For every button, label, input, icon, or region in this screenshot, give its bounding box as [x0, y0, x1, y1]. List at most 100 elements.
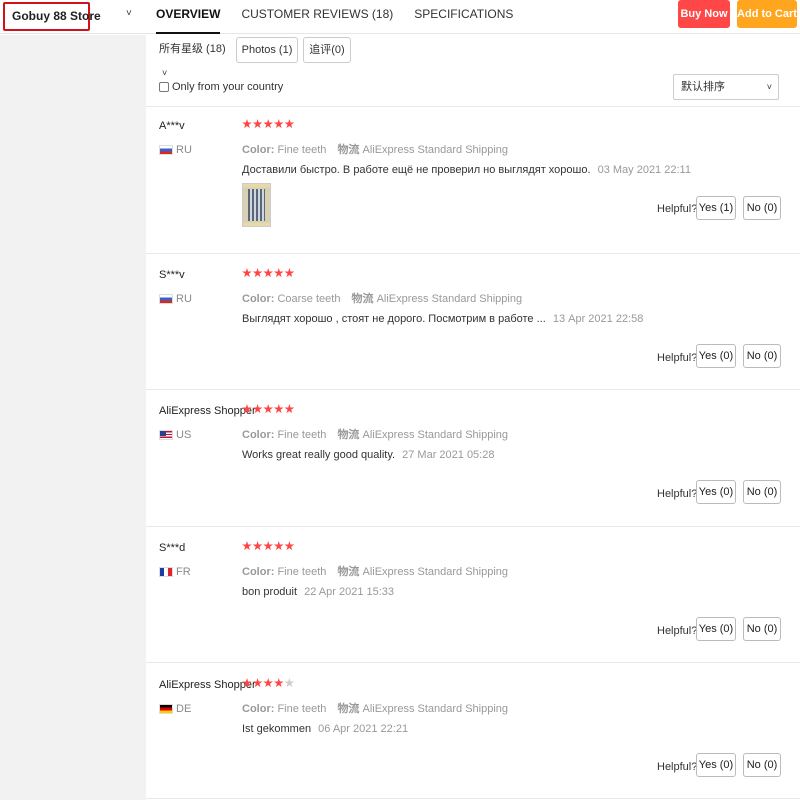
france-flag-icon: [159, 567, 173, 577]
helpful-yes-button[interactable]: Yes (0): [696, 617, 736, 641]
review-meta: Color: Fine teeth 物流 AliExpress Standard…: [242, 141, 508, 157]
helpful-no-button[interactable]: No (0): [743, 196, 781, 220]
reviewer-country: RU: [159, 144, 192, 156]
buy-now-button[interactable]: Buy Now: [678, 0, 730, 28]
review-date: 06 Apr 2021 22:21: [318, 723, 409, 735]
only-country-checkbox[interactable]: [159, 82, 169, 92]
russia-flag-icon: [159, 145, 173, 155]
review-text: Доставили быстро. В работе ещё не провер…: [242, 164, 691, 176]
shipping-label: 物流: [337, 144, 360, 156]
review-text: Works great really good quality. 27 Mar …: [242, 449, 494, 461]
only-country-label: Only from your country: [172, 81, 284, 93]
star-icon: [284, 541, 295, 551]
review-date: 22 Apr 2021 15:33: [304, 586, 395, 598]
star-icon: [284, 268, 295, 278]
country-code: RU: [176, 144, 192, 156]
star-icon: [252, 268, 263, 278]
star-rating: [242, 678, 295, 691]
tab-customer-reviews[interactable]: CUSTOMER REVIEWS (18): [241, 0, 393, 34]
shipping-label: 物流: [337, 566, 360, 578]
photos-filter-button[interactable]: Photos (1): [236, 37, 298, 63]
review-text: Выглядят хорошо , стоят не дорого. Посмо…: [242, 313, 643, 325]
star-icon: [242, 268, 252, 278]
helpful-no-button[interactable]: No (0): [743, 344, 781, 368]
helpful-label: Helpful?: [657, 488, 698, 500]
star-icon: [263, 119, 273, 129]
star-icon: [273, 678, 284, 688]
review-date: 27 Mar 2021 05:28: [402, 449, 495, 461]
star-rating: [242, 541, 295, 554]
country-code: DE: [176, 703, 192, 715]
tab-specifications[interactable]: SPECIFICATIONS: [414, 0, 513, 34]
star-icon: [263, 404, 273, 414]
appended-reviews-filter-button[interactable]: 追评(0): [303, 37, 351, 63]
helpful-yes-button[interactable]: Yes (0): [696, 344, 736, 368]
review-date: 03 May 2021 22:11: [597, 164, 691, 176]
color-label: Color:: [242, 293, 275, 305]
reviewer-country: RU: [159, 293, 192, 305]
star-icon: [273, 404, 284, 414]
shipping-value: AliExpress Standard Shipping: [362, 566, 509, 578]
star-icon: [242, 678, 252, 688]
shipping-value: AliExpress Standard Shipping: [362, 144, 509, 156]
star-icon: [242, 404, 252, 414]
shipping-label: 物流: [337, 429, 360, 441]
star-rating: [242, 119, 295, 132]
shipping-value: AliExpress Standard Shipping: [376, 293, 523, 305]
reviewer-name: S***v: [159, 269, 185, 281]
store-name[interactable]: Gobuy 88 Store: [3, 2, 101, 31]
star-rating: [242, 404, 295, 417]
helpful-no-button[interactable]: No (0): [743, 617, 781, 641]
only-country-filter[interactable]: Only from your country: [159, 80, 283, 94]
star-icon: [273, 119, 284, 129]
review-date: 13 Apr 2021 22:58: [552, 313, 644, 325]
star-icon: [263, 678, 273, 688]
reviewer-country: US: [159, 429, 191, 441]
sort-select[interactable]: 默认排序 ˅: [673, 74, 779, 100]
tab-overview[interactable]: OVERVIEW: [156, 0, 221, 34]
review-meta: Color: Coarse teeth 物流 AliExpress Standa…: [242, 290, 522, 306]
divider: [146, 106, 800, 107]
color-value: Fine teeth: [277, 429, 327, 441]
shipping-label: 物流: [351, 293, 374, 305]
add-to-cart-button[interactable]: Add to Cart: [737, 0, 797, 28]
review-body: bon produit: [242, 586, 298, 598]
helpful-yes-button[interactable]: Yes (1): [696, 196, 736, 220]
star-icon: [263, 268, 273, 278]
review-meta: Color: Fine teeth 物流 AliExpress Standard…: [242, 700, 508, 716]
chevron-down-icon[interactable]: ˅: [126, 8, 132, 19]
divider: [146, 253, 800, 254]
usa-flag-icon: [159, 430, 173, 440]
color-label: Color:: [242, 703, 275, 715]
helpful-label: Helpful?: [657, 625, 698, 637]
review-body: Выглядят хорошо , стоят не дорого. Посмо…: [242, 313, 546, 325]
helpful-label: Helpful?: [657, 203, 698, 215]
helpful-yes-button[interactable]: Yes (0): [696, 753, 736, 777]
product-tabs: OVERVIEW CUSTOMER REVIEWS (18) SPECIFICA…: [156, 0, 534, 34]
color-label: Color:: [242, 429, 275, 441]
review-text: Ist gekommen 06 Apr 2021 22:21: [242, 723, 408, 735]
star-icon: [252, 119, 263, 129]
helpful-yes-button[interactable]: Yes (0): [696, 480, 736, 504]
shipping-value: AliExpress Standard Shipping: [362, 703, 509, 715]
star-icon: [252, 678, 263, 688]
color-label: Color:: [242, 566, 275, 578]
photo-content: [248, 189, 265, 221]
helpful-no-button[interactable]: No (0): [743, 753, 781, 777]
review-body: Works great really good quality.: [242, 449, 396, 461]
review-photo-thumbnail[interactable]: [242, 183, 271, 227]
reviewer-country: FR: [159, 566, 191, 578]
star-icon: [252, 404, 263, 414]
star-icon: [284, 404, 295, 414]
star-icon: [273, 268, 284, 278]
helpful-no-button[interactable]: No (0): [743, 480, 781, 504]
star-empty-icon: [284, 678, 295, 688]
country-code: US: [176, 429, 192, 441]
all-stars-filter[interactable]: 所有星级 (18) ˅: [157, 37, 229, 78]
chevron-down-icon: ˅: [766, 82, 772, 92]
reviewer-name: A***v: [159, 120, 185, 132]
review-body: Доставили быстро. В работе ещё не провер…: [242, 164, 591, 176]
top-bar: Gobuy 88 Store ˅ OVERVIEW CUSTOMER REVIE…: [0, 0, 800, 34]
star-icon: [273, 541, 284, 551]
divider: [146, 526, 800, 527]
